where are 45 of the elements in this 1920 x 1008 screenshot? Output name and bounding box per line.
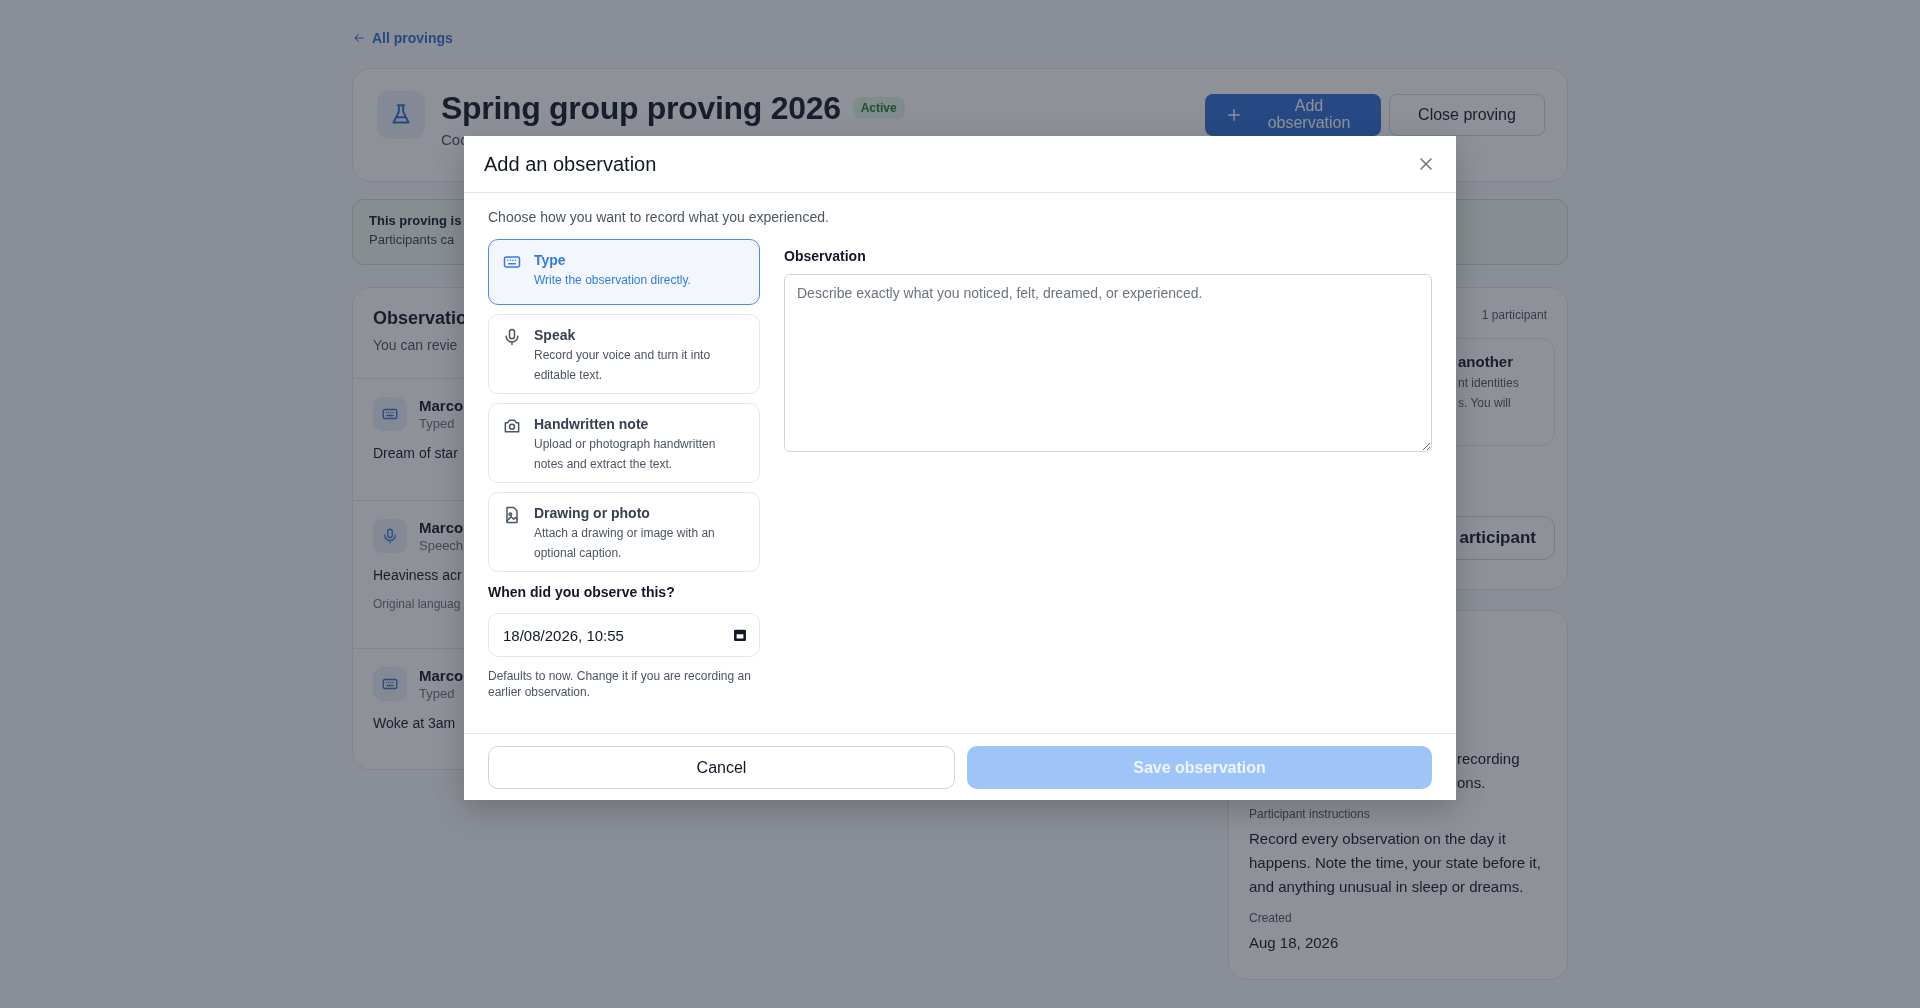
cancel-button[interactable]: Cancel bbox=[488, 746, 955, 789]
microphone-icon bbox=[381, 527, 399, 545]
status-badge: Active bbox=[852, 97, 905, 119]
camera-icon bbox=[502, 416, 522, 436]
observation-text: Heaviness acr bbox=[373, 567, 462, 583]
microphone-icon bbox=[502, 327, 522, 347]
created-date: Aug 18, 2026 bbox=[1249, 933, 1340, 953]
section-subtitle: You can revie bbox=[373, 337, 458, 353]
dialog-title: Add an observation bbox=[484, 152, 657, 176]
method-option[interactable]: Handwritten note Upload or photograph handwritten notes and extract the text. bbox=[488, 403, 760, 483]
field-label: Participant instructions bbox=[1249, 807, 1371, 821]
flask-icon bbox=[377, 91, 425, 139]
author-name: Marco bbox=[419, 397, 464, 414]
banner-text: Participants ca bbox=[369, 232, 455, 247]
notice-title: another bbox=[1458, 353, 1514, 370]
calendar-icon[interactable] bbox=[732, 627, 748, 643]
field-label: When did you observe this? bbox=[488, 584, 676, 600]
field-label: Created bbox=[1249, 911, 1293, 925]
method-label: Speech bbox=[419, 538, 464, 553]
observation-field[interactable]: Describe exactly what you noticed, felt, dreamed, or experienced. bbox=[784, 274, 1432, 452]
notice-text: nt identities bbox=[1458, 376, 1520, 390]
method-label: Typed bbox=[419, 416, 456, 431]
date-field[interactable]: 18/08/2026, 10:55 bbox=[488, 613, 760, 657]
author-name: Marco bbox=[419, 519, 464, 536]
dialog-intro: Choose how you want to record what you experienced. bbox=[488, 209, 830, 225]
page-title: Spring group proving 2026 bbox=[441, 89, 841, 127]
plus-icon bbox=[1225, 106, 1243, 124]
instructions-text: Record every observation on the day it happens. Note the time, your state before it, and anything unusual in sleep or dreams. bbox=[1249, 829, 1542, 897]
help-text: Defaults to now. Change it if you are recording an earlier observation. bbox=[488, 668, 752, 700]
method-option[interactable]: Speak Record your voice and turn it into editable text. bbox=[488, 314, 760, 394]
observation-text: Woke at 3am bbox=[373, 715, 456, 731]
banner-title: This proving is bbox=[369, 213, 462, 228]
details-text: ons. bbox=[1456, 773, 1487, 793]
observation-note: Original languag bbox=[373, 597, 461, 611]
section-title: Observatio bbox=[373, 308, 468, 329]
method-label: Typed bbox=[419, 686, 456, 701]
method-option[interactable]: Drawing or photo Attach a drawing or image with an optional caption. bbox=[488, 492, 760, 572]
observation-text: Dream of star bbox=[373, 445, 458, 461]
participant-count: 1 participant bbox=[1481, 308, 1548, 322]
author-name: Marco bbox=[419, 667, 464, 684]
close-proving-button[interactable]: Close proving bbox=[1389, 94, 1545, 136]
field-label: Observation bbox=[784, 248, 867, 264]
arrow-left-icon bbox=[352, 31, 366, 45]
notice-text: s. You will bbox=[1458, 396, 1512, 410]
method-option[interactable]: Type Write the observation directly. bbox=[488, 239, 760, 305]
